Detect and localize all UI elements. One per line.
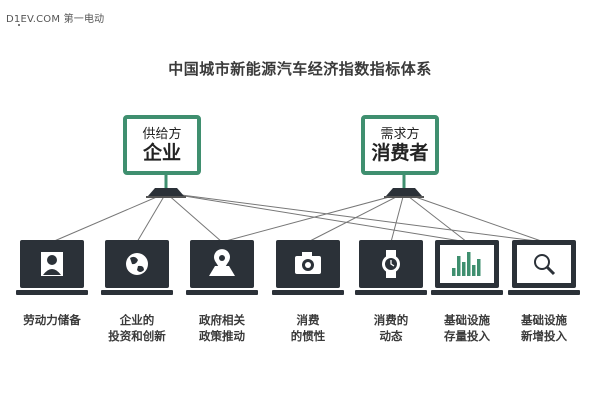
- pin-hole: [219, 255, 225, 261]
- indicator-label-6: 基础设施 新增投入: [501, 312, 587, 344]
- indicator-label-3: 消费 的惯性: [265, 312, 351, 344]
- bar-chart-bar-1: [457, 256, 461, 276]
- diagram-canvas: D1EV.COM 第一电动 中国城市新能源汽车经济指数指标体系 供给方 企业 需…: [0, 0, 600, 400]
- monitor-base: [355, 290, 427, 295]
- indicator-label-line: 消费: [296, 313, 320, 327]
- indicator-label-line: 政策推动: [199, 329, 245, 343]
- connector-line-1: [136, 192, 167, 243]
- indicator-label-line: 企业的: [119, 313, 155, 327]
- person-icon: [41, 252, 63, 276]
- indicator-monitor-5: [431, 240, 503, 295]
- connector-line-3: [165, 192, 468, 243]
- connector-line-6: [307, 192, 405, 243]
- indicator-label-line: 的惯性: [290, 329, 326, 343]
- monitor-base: [101, 290, 173, 295]
- globe-icon: [126, 253, 148, 275]
- indicator-monitor-3: [272, 240, 344, 295]
- indicator-label-5: 基础设施 存量投入: [424, 312, 510, 344]
- indicator-label-line: 政府相关: [199, 313, 245, 327]
- indicator-monitor-2: [186, 240, 258, 295]
- connector-hub-0: [148, 188, 184, 196]
- indicator-label-1: 企业的 投资和创新: [94, 312, 180, 344]
- bar-chart-bar-0: [452, 268, 456, 276]
- indicator-label-4: 消费的 动态: [348, 312, 434, 344]
- magnifier-card: [529, 250, 559, 278]
- indicator-label-line: 新增投入: [521, 329, 567, 343]
- indicator-label-line: 动态: [379, 329, 403, 343]
- monitor-base: [508, 290, 580, 295]
- indicator-label-2: 政府相关 政策推动: [179, 312, 265, 344]
- indicator-label-line: 基础设施: [444, 313, 490, 327]
- connector-hub-base-0: [146, 196, 186, 198]
- connector-hub-base-1: [384, 196, 424, 198]
- indicator-label-line: 消费的: [373, 313, 409, 327]
- indicator-label-line: 劳动力储备: [23, 313, 81, 327]
- connector-line-7: [390, 192, 405, 243]
- connector-line-9: [403, 192, 545, 243]
- indicator-monitor-1: [101, 240, 173, 295]
- indicator-monitor-0: [16, 240, 88, 295]
- connector-line-5: [221, 192, 405, 243]
- person-head: [47, 255, 57, 265]
- indicator-label-line: 投资和创新: [108, 329, 166, 343]
- indicator-label-line: 存量投入: [444, 329, 490, 343]
- globe-disc: [126, 253, 148, 275]
- indicator-label-line: 基础设施: [521, 313, 567, 327]
- bar-chart-axis: [451, 276, 483, 278]
- connector-hub-1: [386, 188, 422, 196]
- camera-top: [302, 252, 312, 257]
- bar-chart-bar-3: [467, 252, 471, 276]
- monitor-base: [431, 290, 503, 295]
- indicator-monitor-6: [508, 240, 580, 295]
- bar-chart-bar-5: [477, 259, 481, 276]
- bar-chart-bar-4: [472, 265, 476, 276]
- monitor-base: [16, 290, 88, 295]
- connector-line-8: [403, 192, 468, 243]
- camera-lens: [305, 262, 311, 268]
- magnifier-icon: [529, 250, 559, 278]
- monitor-base: [272, 290, 344, 295]
- connector-line-0: [51, 192, 167, 243]
- indicator-monitor-4: [355, 240, 427, 295]
- bar-chart-bar-2: [462, 262, 466, 276]
- monitor-base: [186, 290, 258, 295]
- indicator-label-0: 劳动力储备: [9, 312, 95, 328]
